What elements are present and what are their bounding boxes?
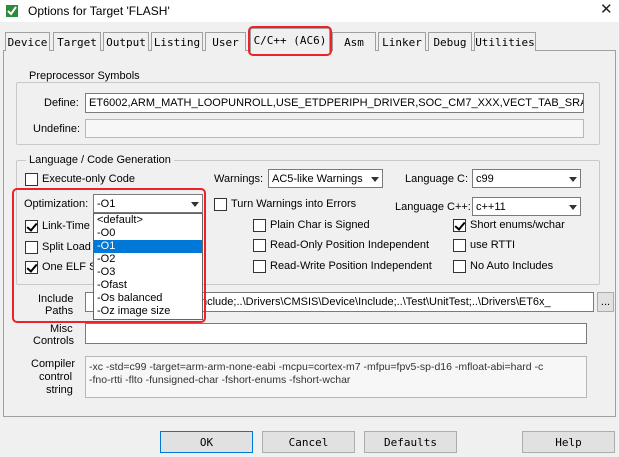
tab-utilities[interactable]: Utilities (474, 32, 536, 51)
warnings-select-value: AC5-like Warnings (272, 172, 363, 185)
misc-label-2: Controls (33, 335, 74, 347)
short-enums-label: Short enums/wchar (470, 219, 565, 231)
plain-char-checkbox[interactable] (253, 219, 266, 232)
misc-label-1: Misc (50, 323, 73, 335)
defaults-button[interactable]: Defaults (364, 431, 457, 453)
tab-target[interactable]: Target (53, 32, 101, 51)
language-cpp-select-value: c++11 (476, 200, 506, 213)
rtti-label: use RTTI (470, 239, 516, 251)
chevron-down-icon (569, 204, 577, 210)
compiler-control-string[interactable]: -xc -std=c99 -target=arm-arm-none-eabi -… (85, 356, 587, 398)
execute-only-label: Execute-only Code (42, 173, 135, 185)
tab-device[interactable]: Device (5, 32, 50, 51)
ropi-checkbox[interactable] (253, 239, 266, 252)
warnings-select[interactable]: AC5-like Warnings (268, 169, 383, 188)
compiler-string-line-1: -xc -std=c99 -target=arm-arm-none-eabi -… (89, 361, 544, 373)
tab-debug[interactable]: Debug (428, 32, 472, 51)
rtti-checkbox[interactable] (453, 239, 466, 252)
tab-listing[interactable]: Listing (151, 32, 203, 51)
tab-linker[interactable]: Linker (378, 32, 426, 51)
include-paths-browse-button[interactable]: ... (597, 292, 614, 312)
misc-controls-input[interactable] (85, 323, 587, 344)
ok-button[interactable]: OK (160, 431, 253, 453)
language-cpp-label: Language C++: (395, 201, 471, 213)
rwpi-checkbox[interactable] (253, 260, 266, 273)
turn-warnings-label: Turn Warnings into Errors (231, 198, 357, 210)
rwpi-label: Read-Write Position Independent (270, 260, 432, 272)
define-input[interactable]: ET6002,ARM_MATH_LOOPUNROLL,USE_ETDPERIPH… (85, 93, 584, 113)
cancel-button[interactable]: Cancel (262, 431, 355, 453)
optimization-highlight (12, 188, 206, 323)
execute-only-checkbox[interactable] (25, 173, 38, 186)
preprocessor-group-title: Preprocessor Symbols (26, 70, 143, 82)
language-c-select-value: c99 (476, 172, 494, 185)
ropi-label: Read-Only Position Independent (270, 239, 429, 251)
compiler-string-line-2: -fno-rtti -flto -funsigned-char -fshort-… (89, 374, 351, 386)
active-tab-highlight (248, 26, 332, 56)
no-auto-includes-checkbox[interactable] (453, 260, 466, 273)
tab-output[interactable]: Output (103, 32, 149, 51)
app-icon (6, 5, 18, 17)
warnings-label: Warnings: (214, 173, 264, 185)
compiler-label-2: control (39, 371, 73, 383)
compiler-label-1: Compiler (31, 358, 76, 370)
help-button[interactable]: Help (522, 431, 615, 453)
tab-user[interactable]: User (205, 32, 246, 51)
window-title: Options for Target 'FLASH' (28, 4, 170, 18)
language-c-select[interactable]: c99 (472, 169, 581, 188)
undefine-label: Undefine: (33, 123, 81, 135)
undefine-input[interactable] (85, 119, 584, 138)
close-icon[interactable]: ✕ (600, 2, 613, 18)
no-auto-includes-label: No Auto Includes (470, 260, 554, 272)
chevron-down-icon (569, 176, 577, 182)
plain-char-label: Plain Char is Signed (270, 219, 370, 231)
compiler-label-3: string (46, 384, 73, 396)
define-label: Define: (44, 97, 79, 109)
language-c-label: Language C: (405, 173, 468, 185)
include-paths-value: nclude;..\Drivers\CMSIS\Device\Include;.… (201, 296, 551, 308)
tab-asm[interactable]: Asm (332, 32, 376, 51)
turn-warnings-checkbox[interactable] (214, 198, 227, 211)
short-enums-checkbox[interactable] (453, 219, 466, 232)
chevron-down-icon (371, 176, 379, 182)
language-cpp-select[interactable]: c++11 (472, 197, 581, 216)
codegen-group-title: Language / Code Generation (26, 154, 174, 166)
